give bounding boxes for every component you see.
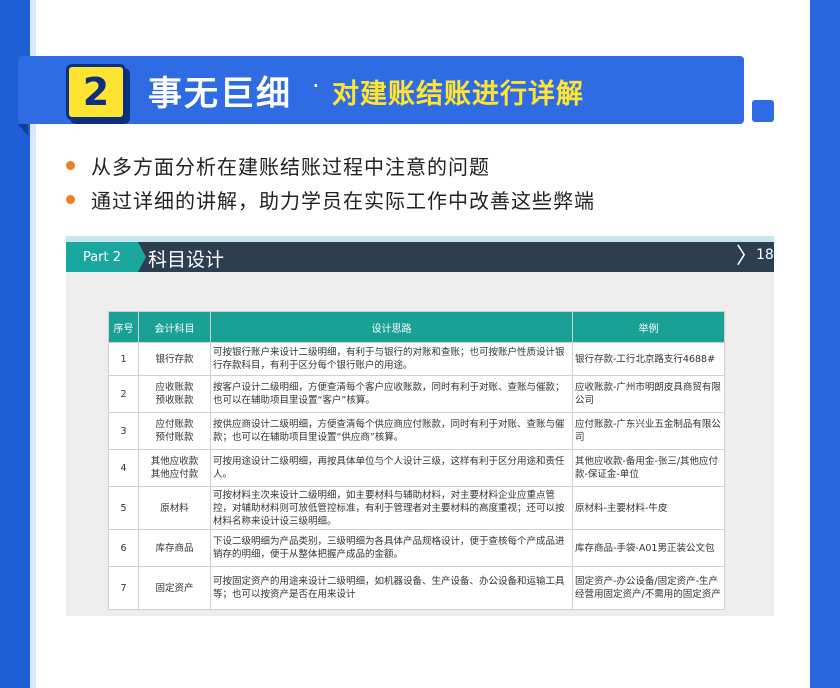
cell-example: 银行存款-工行北京路支行4688#: [572, 342, 725, 376]
bullet-text: 从多方面分析在建账结账过程中注意的问题: [91, 154, 490, 179]
bullet-list: 从多方面分析在建账结账过程中注意的问题 通过详细的讲解，助力学员在实际工作中改善…: [66, 148, 595, 216]
cell-example: 应收账款-广州市明朗皮具商贸有限公司: [572, 375, 725, 413]
cell-account: 应收账款 预收账款: [138, 375, 211, 413]
cell-index: 2: [108, 375, 139, 413]
table-row: 3 应付账款 预付账款 按供应商设计二级明细，方便查清每个供应商应付账款，同时有利于…: [108, 412, 725, 450]
cell-index: 7: [108, 566, 139, 610]
section-number: 2: [82, 70, 110, 114]
cell-index: 1: [108, 342, 139, 376]
cell-account: 其他应收款 其他应付款: [138, 449, 211, 487]
table-header-row: 序号 会计科目 设计思路 举例: [108, 311, 725, 343]
cell-example: 库存商品-手袋-A01男正装公文包: [572, 529, 725, 567]
cell-index: 6: [108, 529, 139, 567]
cell-account: 银行存款: [138, 342, 211, 376]
bullet-dot-icon: [66, 194, 75, 204]
table-row: 6 库存商品 下设二级明细为产品类别，三级明细为各具体产品规格设计，便于查核每个产成…: [108, 529, 725, 567]
bullet-text: 通过详细的讲解，助力学员在实际工作中改善这些弊端: [91, 188, 595, 213]
account-design-table: 序号 会计科目 设计思路 举例 1 银行存款 可按银行账户来设计二级明细，有利于与银…: [108, 311, 725, 610]
table-row: 1 银行存款 可按银行账户来设计二级明细，有利于与银行的对账和查账；也可按账户性质设…: [108, 342, 725, 376]
bullet-item: 通过详细的讲解，助力学员在实际工作中改善这些弊端: [66, 182, 595, 216]
slide-title: 科目设计: [148, 249, 225, 271]
col-header-design: 设计思路: [210, 311, 573, 343]
table-row: 7 固定资产 可按固定资产的用途来设计二级明细，如机器设备、生产设备、办公设备和运输…: [108, 566, 725, 610]
col-header-account: 会计科目: [138, 311, 211, 343]
cell-design: 按供应商设计二级明细，方便查清每个供应商应付账款，同时有利于对账、查账与催款；也…: [210, 412, 573, 450]
bullet-dot-icon: [66, 160, 75, 170]
cell-example: 应付账款-广东兴业五金制品有限公司: [572, 412, 725, 450]
section-title-sub: 对建账结账进行详解: [332, 79, 584, 110]
cell-index: 4: [108, 449, 139, 487]
cell-account: 应付账款 预付账款: [138, 412, 211, 450]
cell-account: 原材料: [138, 486, 211, 530]
part-tab: Part 2: [66, 242, 138, 272]
slide-preview: Part 2 科目设计 〉 18 序号 会计科目 设计思路 举例 1 银行存款 可按…: [66, 236, 774, 616]
part-tab-arrow: [138, 242, 146, 272]
section-title-main: 事无巨细: [148, 74, 292, 114]
cell-example: 固定资产-办公设备/固定资产-生产经营用固定资产/不需用的固定资产: [572, 566, 725, 610]
cell-example: 原材料-主要材料-牛皮: [572, 486, 725, 530]
cell-design: 可按用途设计二级明细，再按具体单位与个人设计三级，这样有利于区分用途和责任人。: [210, 449, 573, 487]
title-separator-dot: ·: [312, 72, 320, 100]
col-header-index: 序号: [108, 311, 139, 343]
cell-index: 5: [108, 486, 139, 530]
slide-page-number: 18: [756, 247, 774, 263]
cell-design: 可按固定资产的用途来设计二级明细，如机器设备、生产设备、办公设备和运输工具等；也…: [210, 566, 573, 610]
cell-example: 其他应收款-备用金-张三/其他应付款-保证金-单位: [572, 449, 725, 487]
cell-account: 库存商品: [138, 529, 211, 567]
table-row: 2 应收账款 预收账款 按客户设计二级明细，方便查清每个客户应收账款，同时有利于对账…: [108, 375, 725, 413]
section-number-badge: 2: [66, 64, 126, 120]
banner-fold-shadow: [18, 124, 28, 136]
cell-design: 可按材料主次来设计二级明细，如主要材料与辅助材料，对主要材料企业应重点管控，对辅…: [210, 486, 573, 530]
cell-design: 按客户设计二级明细，方便查清每个客户应收账款，同时有利于对账、查账与催款；也可以…: [210, 375, 573, 413]
cell-design: 可按银行账户来设计二级明细，有利于与银行的对账和查账；也可按账户性质设计银行存款…: [210, 342, 573, 376]
chevron-right-icon: 〉: [736, 244, 759, 269]
col-header-example: 举例: [572, 311, 725, 343]
table-body: 1 银行存款 可按银行账户来设计二级明细，有利于与银行的对账和查账；也可按账户性质设…: [108, 342, 725, 610]
bullet-item: 从多方面分析在建账结账过程中注意的问题: [66, 148, 595, 182]
decorative-square: [752, 100, 774, 122]
table-row: 5 原材料 可按材料主次来设计二级明细，如主要材料与辅助材料，对主要材料企业应重点管…: [108, 486, 725, 530]
cell-design: 下设二级明细为产品类别，三级明细为各具体产品规格设计，便于查核每个产成品进销存的…: [210, 529, 573, 567]
cell-account: 固定资产: [138, 566, 211, 610]
table-row: 4 其他应收款 其他应付款 可按用途设计二级明细，再按具体单位与个人设计三级，这样有…: [108, 449, 725, 487]
cell-index: 3: [108, 412, 139, 450]
